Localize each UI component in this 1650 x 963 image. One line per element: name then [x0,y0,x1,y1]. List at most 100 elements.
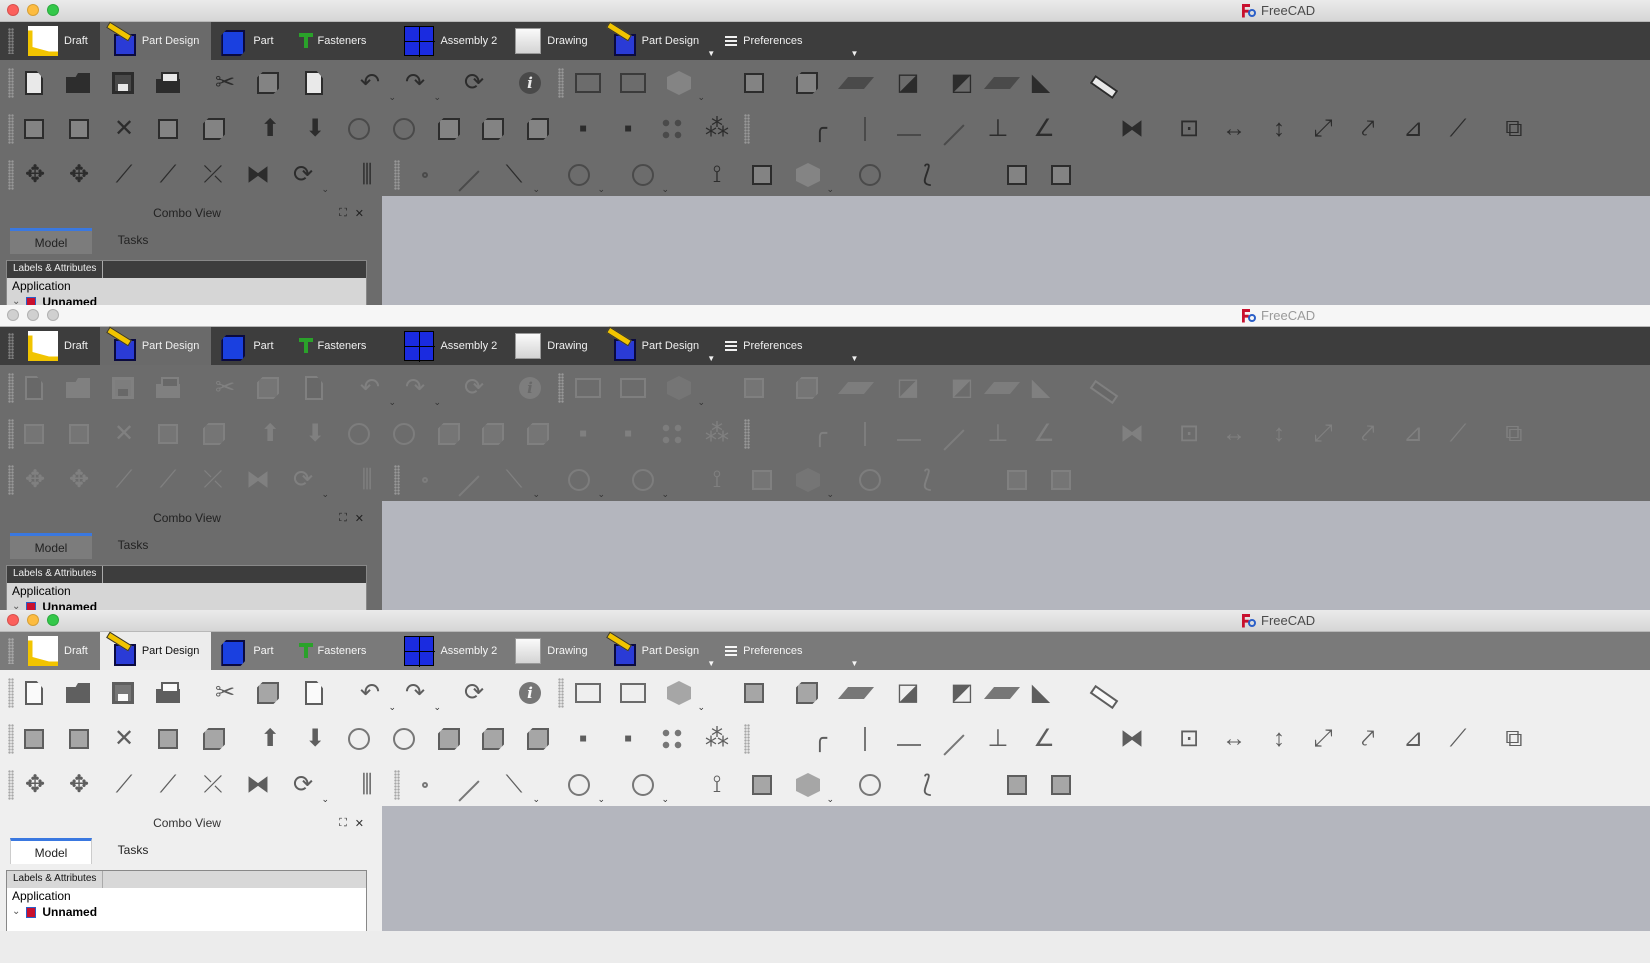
save-button[interactable] [107,372,139,404]
toolbar-grip-handle[interactable] [394,465,400,495]
bottom-view-button[interactable] [983,372,1021,404]
refresh-button[interactable]: ⟳ [458,372,490,404]
toolbar-grip-handle[interactable] [558,678,564,708]
constrain-angle-button[interactable]: ∠ [1028,113,1060,145]
measure-button[interactable] [1088,677,1120,709]
construction-mode-button[interactable] [1045,464,1077,496]
constrain-internal-angle-button[interactable]: ⊿ [1397,418,1429,450]
new-document-button[interactable] [18,677,50,709]
linear-pattern-button[interactable]: ▪ [612,113,644,145]
tab-model[interactable]: Model [10,533,92,559]
toolbar-grip-handle[interactable] [8,160,14,190]
close-window-button[interactable] [7,614,19,626]
constrain-horizontal-distance-button[interactable]: ↔ [1218,113,1250,145]
pad-button[interactable]: ⬆ [254,723,286,755]
dropdown-arrow-icon[interactable]: ⌄ [321,489,329,500]
constrain-radius-button[interactable]: ⤤ [1352,418,1384,450]
select-origin-button[interactable]: ✥ [63,159,95,191]
constrain-angle-button[interactable]: ∠ [1028,418,1060,450]
select-redundant-button[interactable]: ⤫ [197,159,229,191]
zoom-window-button[interactable] [47,309,59,321]
circle-button[interactable]: ⌄ [627,464,669,499]
rear-view-button[interactable]: ◩ [946,67,978,99]
paste-button[interactable] [298,372,330,404]
tab-drawing[interactable]: Drawing [509,327,599,365]
tree-root-application[interactable]: Application [7,888,366,904]
mirrored-button[interactable]: ▪ [567,723,599,755]
toolbar-grip-handle[interactable] [8,419,14,449]
copy-button[interactable] [252,67,284,99]
select-constraints-button[interactable]: ✥ [19,769,51,801]
float-panel-icon[interactable]: ⛶ [339,817,347,830]
print-button[interactable] [152,67,184,99]
polygon-button[interactable]: ⌄ [792,159,834,194]
measure-button[interactable] [1088,372,1120,404]
constrain-perpendicular-button[interactable]: ⊥ [982,418,1014,450]
new-document-button[interactable] [18,67,50,99]
print-button[interactable] [152,677,184,709]
tab-draft[interactable]: Draft [22,22,100,60]
top-view-button[interactable] [837,67,875,99]
constrain-symmetric-button[interactable]: ⧓ [1116,723,1148,755]
constrain-equal-button[interactable] [1072,418,1104,450]
constrain-point-button[interactable] [759,418,791,450]
select-elements-button[interactable]: ⟋ [108,464,140,496]
fillet-sketch-button[interactable]: ⟅ [911,769,943,801]
select-redundant-button[interactable]: ⤫ [197,769,229,801]
fillet-button[interactable] [433,723,465,755]
bottom-view-button[interactable] [983,67,1021,99]
left-view-button[interactable]: ◣ [1025,372,1057,404]
tab-part-design-2[interactable]: Part Design ▼ [600,22,715,60]
dropdown-arrow-icon[interactable]: ⌄ [532,184,540,195]
chevron-down-icon[interactable]: ⌄ [12,904,20,920]
dropdown-arrow-icon[interactable]: ⌄ [661,184,669,195]
fillet-sketch-button[interactable]: ⟅ [911,159,943,191]
leave-sketch-button[interactable]: ✕ [108,113,140,145]
dropdown-arrow-icon[interactable]: ⌄ [321,794,329,805]
dropdown-arrow-icon[interactable]: ⌄ [433,702,441,713]
overflow-arrow-icon[interactable]: ▼ [851,354,859,363]
clone-button[interactable]: ⧉ [1498,418,1530,450]
polar-pattern-button[interactable] [656,418,688,450]
dropdown-arrow-icon[interactable]: ⌄ [388,702,396,713]
point-button[interactable] [409,159,441,191]
trim-button[interactable] [956,464,988,496]
tab-assembly-2[interactable]: Assembly 2 [398,22,509,60]
whats-this-button[interactable]: i [514,372,546,404]
dropdown-arrow-icon[interactable]: ⌄ [321,184,329,195]
toolbar-grip-handle[interactable] [744,724,750,754]
rectangle-button[interactable] [746,159,778,191]
external-geometry-button[interactable] [1001,464,1033,496]
tab-assembly-2[interactable]: Assembly 2 [398,632,509,670]
close-panel-icon[interactable]: ✕ [355,512,364,525]
constrain-symmetric-button[interactable]: ⧓ [1116,113,1148,145]
tab-part[interactable]: Part [211,632,285,670]
cut-button[interactable]: ✂ [209,67,241,99]
toolbar-grip-handle[interactable] [558,68,564,98]
dropdown-arrow-icon[interactable]: ⌄ [388,397,396,408]
tab-part-design[interactable]: Part Design [99,22,212,60]
redo-button[interactable]: ↷ ⌄ [399,372,441,408]
clone-button[interactable]: ⧉ [1498,723,1530,755]
minimize-window-button[interactable] [27,614,39,626]
line-button[interactable] [453,159,485,192]
toolbar-grip-handle[interactable] [744,419,750,449]
clone-button[interactable]: ⧉ [1498,113,1530,145]
constrain-equal-button[interactable] [1072,723,1104,755]
left-view-button[interactable]: ◣ [1025,67,1057,99]
constrain-lock-button[interactable]: ⊡ [1173,418,1205,450]
open-file-button[interactable] [62,677,94,709]
constrain-internal-angle-button[interactable]: ⊿ [1397,113,1429,145]
constrain-vertical-button[interactable] [849,113,881,145]
fillet-button[interactable] [433,113,465,145]
chamfer-button[interactable] [477,723,509,755]
tree-item-document[interactable]: ⌄ Unnamed [7,904,366,920]
tab-tasks[interactable]: Tasks [92,533,174,559]
constrain-horizontal-button[interactable] [893,418,925,450]
select-constraints-button[interactable]: ✥ [19,159,51,191]
symmetry-button[interactable]: ⧓ [242,769,274,801]
tab-drawing[interactable]: Drawing [509,632,599,670]
tab-fasteners[interactable]: Fasteners [286,327,379,365]
toolbar-grip-handle[interactable] [8,770,14,800]
dropdown-arrow-icon[interactable]: ⌄ [661,794,669,805]
